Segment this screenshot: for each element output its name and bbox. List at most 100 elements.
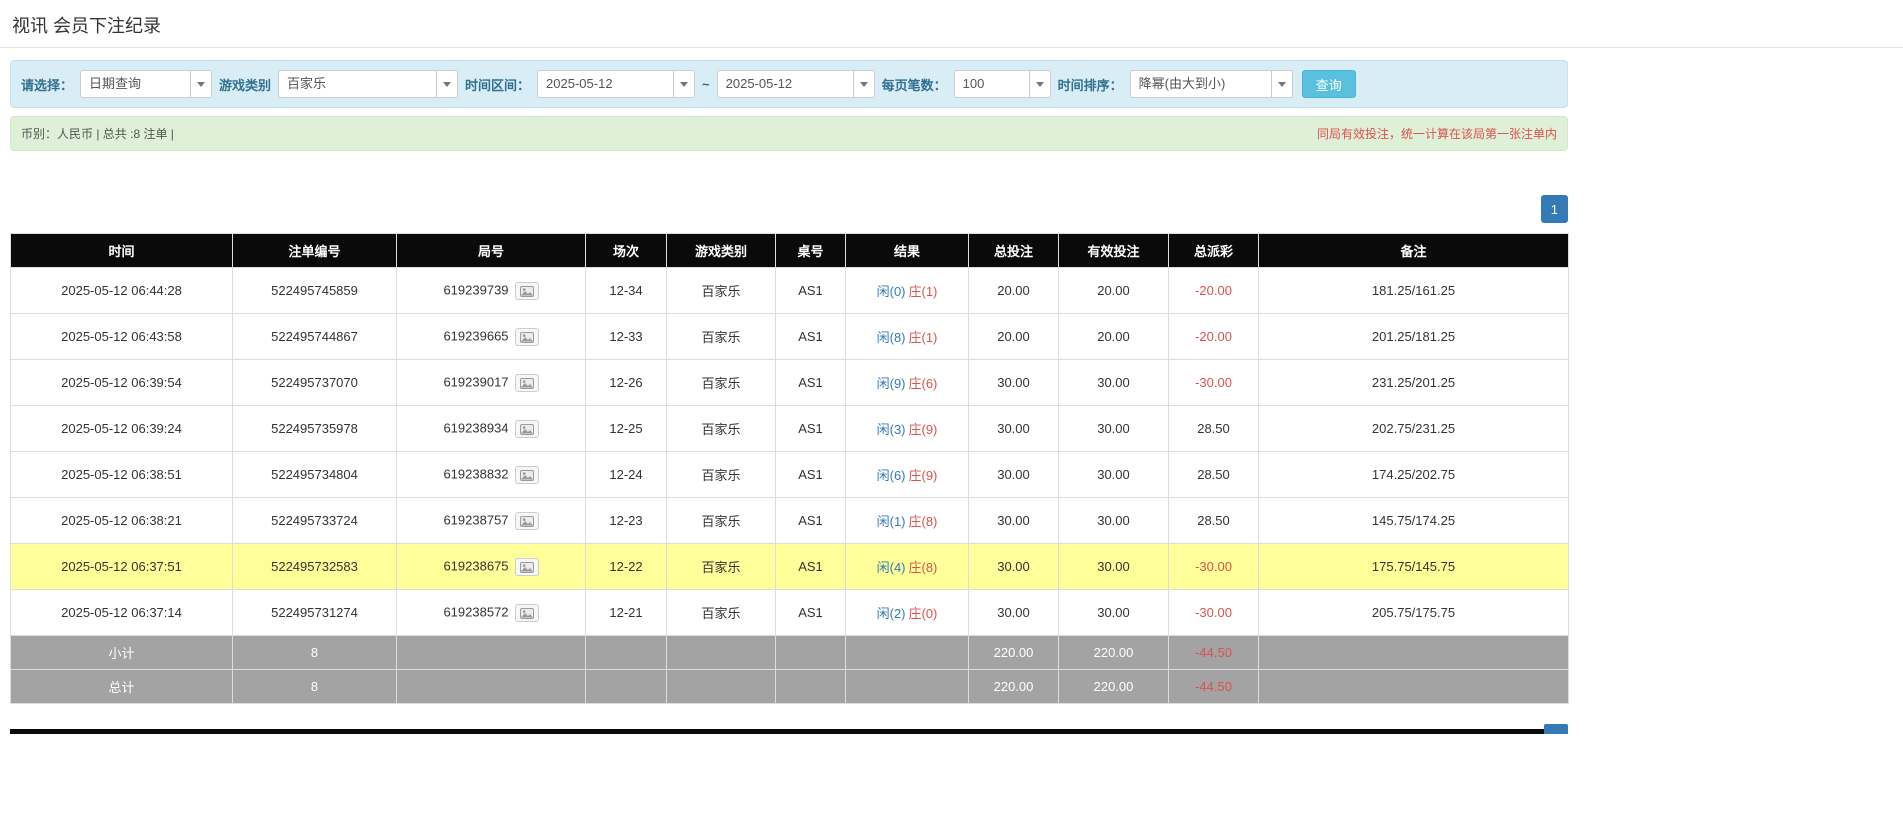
total-payout: -44.50 [1169,670,1259,704]
cell-total-bet[interactable]: 30.00 [969,360,1059,406]
replay-video-button[interactable] [515,282,539,300]
cell-session: 12-24 [586,452,667,498]
banker-result: 庄(8) [909,514,938,529]
replay-video-icon [520,470,534,481]
round-id-text: 619238675 [443,558,508,573]
chevron-down-icon[interactable] [1029,71,1050,97]
cell-round-id: 619239739 [397,268,586,314]
cell-valid-bet: 30.00 [1059,360,1169,406]
col-header-remark: 备注 [1259,234,1569,268]
query-type-select[interactable]: 日期查询 [80,70,212,98]
empty-cell [397,636,586,670]
cell-total-bet[interactable]: 30.00 [969,406,1059,452]
round-id-text: 619238572 [443,604,508,619]
cell-remark: 175.75/145.75 [1259,544,1569,590]
subtotal-total-bet: 220.00 [969,636,1059,670]
replay-video-button[interactable] [515,512,539,530]
col-header-table-no: 桌号 [776,234,846,268]
cell-payout: 28.50 [1169,452,1259,498]
page-size-select[interactable]: 100 [954,70,1051,98]
chevron-down-icon[interactable] [1271,71,1292,97]
table-header-row: 时间 注单编号 局号 场次 游戏类别 桌号 结果 总投注 有效投注 总派彩 备注 [11,234,1569,268]
replay-video-button[interactable] [515,466,539,484]
cell-total-bet[interactable]: 30.00 [969,544,1059,590]
query-button[interactable]: 查询 [1302,70,1356,98]
empty-cell [1259,636,1569,670]
cell-session: 12-34 [586,268,667,314]
player-result: 闲(6) [877,468,906,483]
cell-valid-bet: 30.00 [1059,498,1169,544]
round-id-text: 619239017 [443,374,508,389]
subtotal-payout: -44.50 [1169,636,1259,670]
game-type-select[interactable]: 百家乐 [278,70,458,98]
table-row: 2025-05-12 06:38:51 522495734804 6192388… [11,452,1569,498]
date-to-select[interactable]: 2025-05-12 [717,70,875,98]
banker-result: 庄(1) [909,284,938,299]
col-header-valid-bet: 有效投注 [1059,234,1169,268]
cell-session: 12-26 [586,360,667,406]
cell-remark: 201.25/181.25 [1259,314,1569,360]
subtotal-label: 小计 [11,636,233,670]
table-row: 2025-05-12 06:39:24 522495735978 6192389… [11,406,1569,452]
col-header-result: 结果 [846,234,969,268]
replay-video-icon [520,608,534,619]
cell-round-id: 619238572 [397,590,586,636]
cell-total-bet[interactable]: 20.00 [969,314,1059,360]
replay-video-icon [520,286,534,297]
cell-time: 2025-05-12 06:39:24 [11,406,233,452]
player-result: 闲(8) [877,330,906,345]
page-size-value: 100 [955,71,1029,97]
cell-game-type: 百家乐 [667,406,776,452]
replay-video-button[interactable] [515,420,539,438]
cell-remark: 145.75/174.25 [1259,498,1569,544]
cell-session: 12-33 [586,314,667,360]
pagination-bottom-partial[interactable] [1544,724,1568,734]
cell-payout: 28.50 [1169,498,1259,544]
total-count: 8 [233,670,397,704]
chevron-down-icon[interactable] [673,71,694,97]
subtotal-row: 小计 8 220.00 220.00 -44.50 [11,636,1569,670]
cell-total-bet[interactable]: 20.00 [969,268,1059,314]
cell-bet-id: 522495733724 [233,498,397,544]
chevron-down-icon[interactable] [190,71,211,97]
cell-session: 12-23 [586,498,667,544]
replay-video-button[interactable] [515,328,539,346]
cell-total-bet[interactable]: 30.00 [969,498,1059,544]
cell-payout: 28.50 [1169,406,1259,452]
round-id-text: 619239739 [443,282,508,297]
cell-round-id: 619239665 [397,314,586,360]
chevron-down-icon[interactable] [853,71,874,97]
cell-result: 闲(9)庄(6) [846,360,969,406]
cell-table-no: AS1 [776,498,846,544]
cell-valid-bet: 30.00 [1059,452,1169,498]
col-header-session: 场次 [586,234,667,268]
query-type-value: 日期查询 [81,71,190,97]
page-1-button[interactable]: 1 [1541,195,1568,223]
banker-result: 庄(8) [909,560,938,575]
table-row: 2025-05-12 06:39:54 522495737070 6192390… [11,360,1569,406]
replay-video-button[interactable] [515,374,539,392]
player-result: 闲(9) [877,376,906,391]
replay-video-icon [520,378,534,389]
cell-bet-id: 522495744867 [233,314,397,360]
col-header-time: 时间 [11,234,233,268]
replay-video-button[interactable] [515,604,539,622]
cell-time: 2025-05-12 06:39:54 [11,360,233,406]
sort-select[interactable]: 降幂(由大到小) [1130,70,1293,98]
replay-video-button[interactable] [515,558,539,576]
cell-total-bet[interactable]: 30.00 [969,590,1059,636]
chevron-down-icon[interactable] [436,71,457,97]
cell-result: 闲(0)庄(1) [846,268,969,314]
player-result: 闲(3) [877,422,906,437]
date-from-select[interactable]: 2025-05-12 [537,70,695,98]
pagination-top: 1 [10,195,1568,223]
total-valid-bet: 220.00 [1059,670,1169,704]
col-header-game-type: 游戏类别 [667,234,776,268]
cell-total-bet[interactable]: 30.00 [969,452,1059,498]
banker-result: 庄(9) [909,468,938,483]
empty-cell [667,636,776,670]
cell-remark: 231.25/201.25 [1259,360,1569,406]
page-header: 视讯 会员下注纪录 [0,0,1903,48]
cell-time: 2025-05-12 06:38:21 [11,498,233,544]
content-container: 请选择： 日期查询 游戏类别 百家乐 时间区间： 2025-05-12 ~ 20… [10,60,1568,734]
